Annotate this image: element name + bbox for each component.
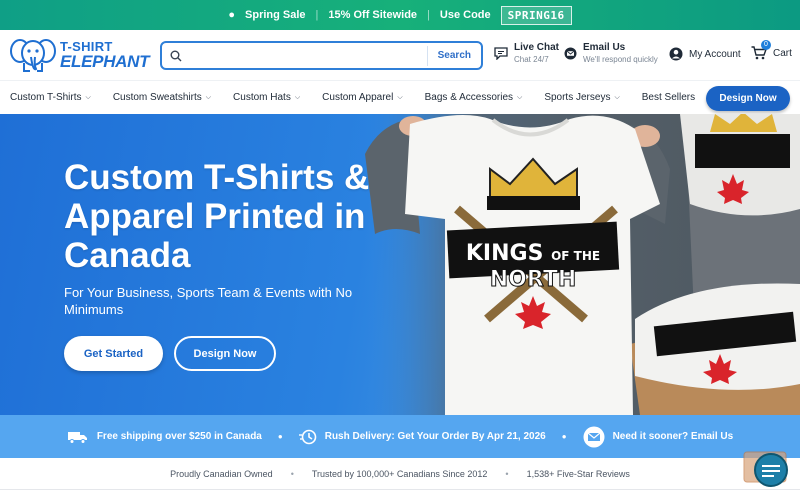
promo-discount-text: 15% Off Sitewide bbox=[328, 9, 418, 21]
trust-canadian-owned: Proudly Canadian Owned bbox=[170, 468, 273, 479]
email-icon bbox=[564, 47, 577, 59]
chevron-down-icon: ⌵ bbox=[85, 93, 91, 101]
info-strip: Free shipping over $250 in Canada ● Rush… bbox=[0, 415, 800, 458]
my-account-label: My Account bbox=[689, 48, 741, 60]
chevron-down-icon: ⌵ bbox=[294, 93, 301, 101]
user-icon bbox=[669, 47, 683, 61]
my-account-link[interactable]: My Account bbox=[669, 47, 741, 61]
promo-bar: ● Spring Sale | 15% Off Sitewide | Use C… bbox=[0, 0, 800, 30]
trust-separator: • bbox=[505, 468, 509, 479]
email-us-text: Need it sooner? Email Us bbox=[612, 431, 734, 442]
search-bar: Search bbox=[160, 41, 483, 70]
promo-separator: | bbox=[427, 9, 430, 21]
clock-icon bbox=[298, 429, 317, 444]
cart-link[interactable]: 0 Cart bbox=[751, 40, 792, 60]
email-subtitle: We'll respond quickly bbox=[583, 55, 658, 64]
tag-icon: ● bbox=[228, 9, 236, 21]
rush-delivery-info: Rush Delivery: Get Your Order By Apr 21,… bbox=[298, 429, 546, 445]
get-started-button[interactable]: Get Started bbox=[64, 336, 163, 371]
nav-design-now-button[interactable]: Design Now bbox=[706, 86, 790, 111]
site-logo[interactable]: T-SHIRT ELEPHANT bbox=[10, 37, 150, 73]
promo-code-label: Use Code bbox=[439, 9, 491, 21]
trust-bar: Proudly Canadian Owned • Trusted by 100,… bbox=[0, 458, 800, 490]
main-nav: Custom T-Shirts ⌵ Custom Sweatshirts ⌵ Cus… bbox=[0, 80, 800, 114]
rush-delivery-text: Rush Delivery: Get Your Order By Apr 21,… bbox=[324, 431, 546, 442]
trust-customers: Trusted by 100,000+ Canadians Since 2012 bbox=[311, 468, 488, 479]
hero-subtitle: For Your Business, Sports Team & Events … bbox=[64, 285, 353, 317]
email-us-info[interactable]: Need it sooner? Email Us bbox=[583, 426, 734, 448]
promo-sale-text: Spring Sale bbox=[245, 9, 306, 21]
nav-item-bags-accessories[interactable]: Bags & Accessories ⌵ bbox=[425, 92, 523, 103]
chevron-down-icon: ⌵ bbox=[205, 93, 212, 101]
search-button[interactable]: Search bbox=[426, 45, 481, 66]
nav-item-label: Best Sellers bbox=[641, 92, 696, 103]
chat-widget-icon[interactable] bbox=[742, 446, 792, 490]
email-circle-icon bbox=[583, 426, 605, 447]
chevron-down-icon: ⌵ bbox=[397, 93, 403, 101]
nav-item-custom-t-shirts[interactable]: Custom T-Shirts ⌵ bbox=[10, 92, 91, 103]
live-chat-title: Live Chat bbox=[514, 42, 560, 53]
site-header: T-SHIRT ELEPHANT Search Live Chat Chat 2… bbox=[0, 30, 800, 80]
search-icon bbox=[170, 50, 182, 61]
promo-separator: | bbox=[315, 9, 319, 21]
email-us-link[interactable]: Email Us We'll respond quickly bbox=[564, 42, 658, 64]
nav-item-label: Bags & Accessories bbox=[424, 92, 513, 103]
live-chat-link[interactable]: Live Chat Chat 24/7 bbox=[494, 42, 559, 64]
nav-item-custom-sweatshirts[interactable]: Custom Sweatshirts ⌵ bbox=[113, 92, 211, 103]
hero-banner: KINGS OF THE NORTH Custom T-Shirts & App… bbox=[0, 114, 800, 415]
hero-design-now-button[interactable]: Design Now bbox=[174, 336, 276, 371]
nav-item-label: Sports Jerseys bbox=[544, 92, 611, 103]
cart-count-badge: 0 bbox=[761, 40, 771, 50]
free-shipping-text: Free shipping over $250 in Canada bbox=[96, 431, 262, 442]
nav-item-label: Custom T-Shirts bbox=[10, 92, 82, 103]
search-input[interactable] bbox=[188, 49, 427, 62]
promo-code[interactable]: SPRING16 bbox=[500, 5, 572, 25]
hero-tshirt-image: KINGS OF THE NORTH bbox=[365, 114, 800, 415]
cart-label: Cart bbox=[773, 47, 792, 59]
shirt-print-text-2: NORTH bbox=[490, 267, 577, 292]
nav-item-custom-apparel[interactable]: Custom Apparel ⌵ bbox=[322, 92, 402, 103]
nav-item-custom-hats[interactable]: Custom Hats ⌵ bbox=[233, 92, 300, 103]
trust-reviews: 1,538+ Five-Star Reviews bbox=[526, 468, 630, 479]
chevron-down-icon: ⌵ bbox=[517, 93, 523, 101]
free-shipping-info: Free shipping over $250 in Canada bbox=[67, 430, 262, 444]
strip-separator: ● bbox=[277, 432, 283, 441]
live-chat-subtitle: Chat 24/7 bbox=[514, 55, 549, 64]
nav-item-label: Custom Sweatshirts bbox=[112, 92, 202, 103]
nav-item-label: Custom Hats bbox=[233, 92, 291, 103]
elephant-logo-icon bbox=[10, 39, 56, 72]
hero-title: Custom T-Shirts & Apparel Printed in Can… bbox=[64, 158, 370, 275]
logo-text-bottom: ELEPHANT bbox=[60, 52, 150, 71]
nav-item-label: Custom Apparel bbox=[322, 92, 394, 103]
nav-item-sports-jerseys[interactable]: Sports Jerseys ⌵ bbox=[544, 92, 619, 103]
chevron-down-icon: ⌵ bbox=[614, 93, 620, 101]
email-title: Email Us bbox=[583, 42, 626, 53]
trust-separator: • bbox=[290, 468, 294, 479]
chat-bubble-icon bbox=[494, 46, 508, 60]
nav-item-best-sellers[interactable]: Best Sellers bbox=[642, 92, 695, 103]
truck-icon bbox=[67, 431, 87, 444]
strip-separator: ● bbox=[561, 432, 567, 441]
